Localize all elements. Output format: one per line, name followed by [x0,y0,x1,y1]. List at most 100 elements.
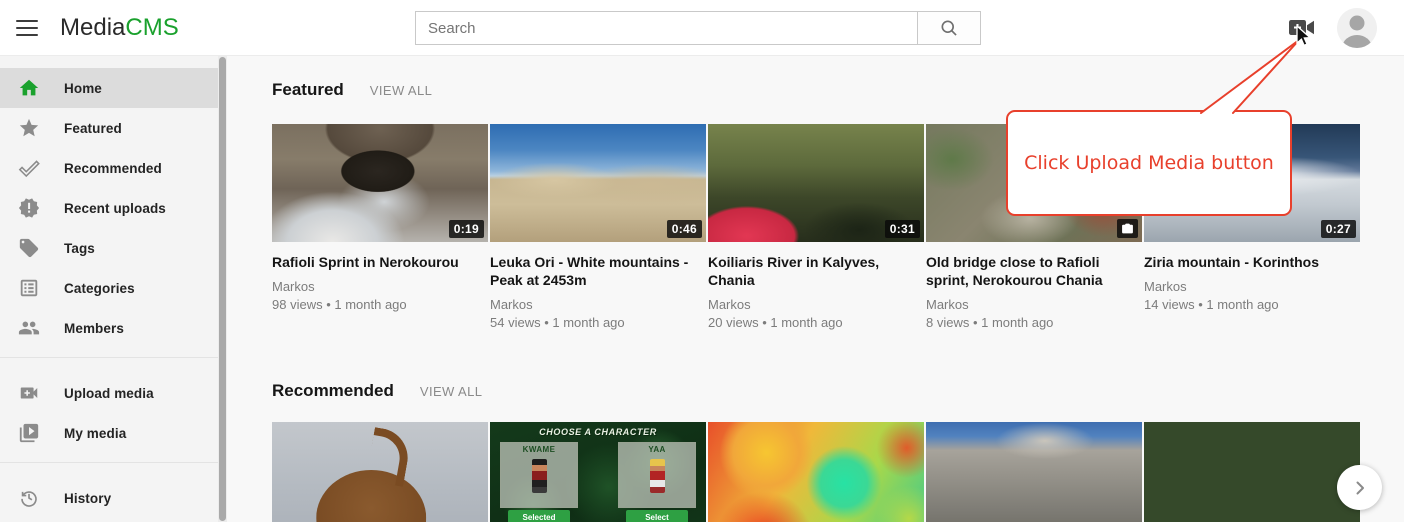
carousel-next-button[interactable] [1337,465,1382,510]
recommended-view-all-link[interactable]: VIEW ALL [420,384,482,399]
video-card[interactable]: 0:31 Koiliaris River in Kalyves, Chania Ma… [708,124,924,332]
video-title[interactable]: Ziria mountain - Korinthos [1144,253,1360,271]
sidebar-scrollbar-track[interactable] [218,56,227,522]
sidebar-item-label: History [64,491,111,506]
sidebar-item-upload-media[interactable]: Upload media [0,373,218,413]
character-select-button: Selected [508,510,570,522]
character-name: KWAME [501,445,577,454]
sidebar-item-label: My media [64,426,126,441]
video-card[interactable]: 0:19 Rafioli Sprint in Nerokourou Markos98… [272,124,488,332]
video-title[interactable]: Old bridge close to Rafioli sprint, Nero… [926,253,1142,289]
featured-view-all-link[interactable]: VIEW ALL [370,83,432,98]
person-icon [1337,8,1377,48]
video-thumbnail[interactable]: CHOOSE A CHARACTERKWAMEYAASelectedSelect [490,422,706,522]
video-card[interactable]: 0:46 Leuka Ori - White mountains - Peak a… [490,124,706,332]
star-icon [18,117,40,139]
character-select-button: Select [626,510,688,522]
sidebar-item-label: Categories [64,281,135,296]
video-title[interactable]: Koiliaris River in Kalyves, Chania [708,253,924,289]
video-card[interactable] [1144,422,1360,522]
video-thumbnail[interactable] [708,422,924,522]
section-title-recommended: Recommended [272,381,394,401]
sidebar-item-label: Upload media [64,386,154,401]
sidebar-item-home[interactable]: Home [0,68,218,108]
video-title[interactable]: Rafioli Sprint in Nerokourou [272,253,488,271]
video-call-icon [1288,17,1316,39]
video-card[interactable] [272,422,488,522]
sidebar-item-recent-uploads[interactable]: Recent uploads [0,188,218,228]
video-title[interactable]: Leuka Ori - White mountains - Peak at 24… [490,253,706,289]
user-avatar[interactable] [1337,8,1377,48]
annotation-text: Click Upload Media button [1024,152,1274,174]
video-card[interactable]: CHOOSE A CHARACTERKWAMEYAASelectedSelect [490,422,706,522]
sidebar-item-featured[interactable]: Featured [0,108,218,148]
logo-text-media: Media [60,14,125,41]
sidebar-item-label: Tags [64,241,95,256]
video-thumbnail[interactable]: 0:46 [490,124,706,242]
video-thumbnail[interactable]: 0:31 [708,124,924,242]
video-meta: 98 views • 1 month ago [272,296,488,314]
search-bar [415,11,981,45]
top-bar: MediaCMS [0,0,1404,56]
upload-media-button[interactable] [1288,17,1316,39]
sidebar-item-label: Recent uploads [64,201,166,216]
video-author[interactable]: Markos [926,296,1142,314]
upload-media-icon [18,382,40,404]
duration-badge: 0:46 [667,220,702,238]
my-media-icon [18,422,40,444]
video-card[interactable] [926,422,1142,522]
double-check-icon [18,157,40,179]
character-sprite [532,459,547,493]
categories-icon [18,277,40,299]
search-button[interactable] [918,11,981,45]
video-author[interactable]: Markos [708,296,924,314]
sidebar-item-history[interactable]: History [0,478,218,518]
sidebar-item-categories[interactable]: Categories [0,268,218,308]
app-logo[interactable]: MediaCMS [60,14,179,42]
section-title-featured: Featured [272,80,344,100]
logo-text-cms: CMS [125,14,178,41]
video-thumbnail[interactable] [272,422,488,522]
annotation-callout: Click Upload Media button [1006,110,1292,216]
history-icon [18,487,40,509]
video-thumbnail[interactable] [926,422,1142,522]
duration-badge: 0:27 [1321,220,1356,238]
video-author[interactable]: Markos [272,278,488,296]
sidebar-item-tags[interactable]: Tags [0,228,218,268]
video-thumbnail[interactable]: 0:19 [272,124,488,242]
character-box: YAA [618,442,696,508]
video-thumbnail[interactable] [1144,422,1360,522]
photo-badge [1117,219,1138,238]
character-box: KWAME [500,442,578,508]
tag-icon [18,237,40,259]
sidebar-scrollbar-thumb[interactable] [219,57,226,521]
sidebar-item-label: Recommended [64,161,162,176]
video-meta: 14 views • 1 month ago [1144,296,1360,314]
video-author[interactable]: Markos [1144,278,1360,296]
video-meta: 8 views • 1 month ago [926,314,1142,332]
search-input[interactable] [415,11,918,45]
sidebar-item-my-media[interactable]: My media [0,413,218,453]
chevron-right-icon [1350,478,1370,498]
photo-camera-icon [1121,222,1134,235]
menu-icon[interactable] [16,18,38,38]
video-card[interactable] [708,422,924,522]
recommended-video-row: CHOOSE A CHARACTERKWAMEYAASelectedSelect [272,422,1360,522]
home-icon [18,77,40,99]
sidebar-divider [0,357,218,358]
video-meta: 20 views • 1 month ago [708,314,924,332]
search-icon [939,18,959,38]
duration-badge: 0:19 [449,220,484,238]
members-icon [18,317,40,339]
sidebar-item-recommended[interactable]: Recommended [0,148,218,188]
character-name: YAA [619,445,695,454]
sidebar-item-label: Home [64,81,102,96]
video-meta: 54 views • 1 month ago [490,314,706,332]
sidebar-item-label: Members [64,321,124,336]
sidebar: Home Featured Recommended Recent uploads Tag… [0,56,218,522]
sidebar-item-members[interactable]: Members [0,308,218,348]
sidebar-divider [0,462,218,463]
featured-section-header: Featured VIEW ALL [272,80,432,100]
sidebar-item-label: Featured [64,121,122,136]
video-author[interactable]: Markos [490,296,706,314]
